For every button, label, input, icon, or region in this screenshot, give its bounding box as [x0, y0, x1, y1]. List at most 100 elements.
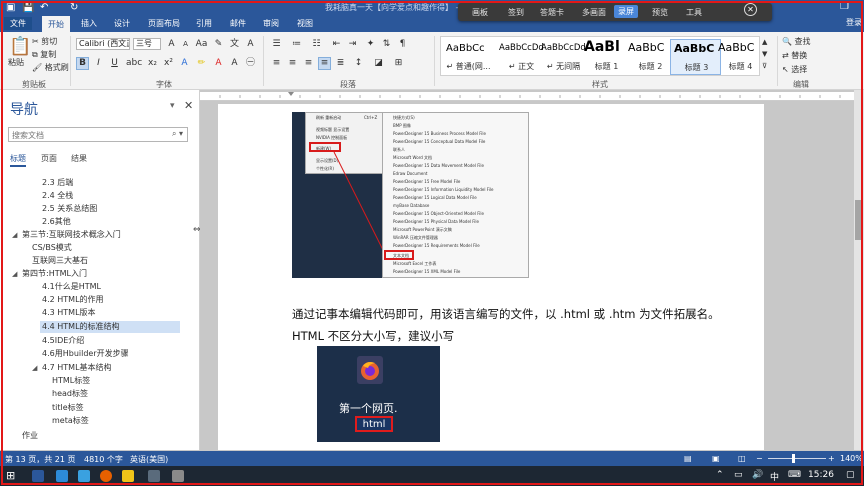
nav-heading-item[interactable]: ◢ 第三节:互联网技术概念入门 [12, 229, 121, 241]
toolbar-item-multiscreen[interactable]: 多画面 [582, 7, 606, 18]
web-layout-icon[interactable]: ◫ [738, 454, 746, 463]
style-heading-4[interactable]: AaBbC 标题 4 [715, 39, 766, 75]
align-right-icon[interactable]: ≡ [302, 57, 315, 70]
document-paragraph[interactable]: 通过记事本编辑代码即可，用该语言编写的文件，以 .html 或 .htm 为文件… [292, 306, 720, 322]
cut-button[interactable]: ✂ 剪切 [32, 36, 57, 47]
replace-button[interactable]: ⇄ 替换 [782, 50, 807, 61]
word-count[interactable]: 4810 个字 [84, 454, 123, 465]
tab-design[interactable]: 设计 [114, 18, 130, 29]
toolbar-item-answer[interactable]: 答题卡 [540, 7, 564, 18]
firefox-taskbar-icon[interactable] [100, 470, 112, 482]
tab-home[interactable]: 开始 [42, 16, 70, 32]
login-link[interactable]: 登录 [846, 17, 862, 28]
nav-heading-item[interactable]: 2.5 关系总结图 [42, 203, 97, 215]
nav-heading-item[interactable]: 2.3 后端 [42, 177, 73, 189]
zoom-level[interactable]: 140% [840, 454, 863, 463]
bold-button[interactable]: B [76, 57, 89, 70]
tab-file[interactable]: 文件 [4, 17, 32, 30]
nav-tab-headings[interactable]: 标题 [10, 153, 26, 167]
zoom-out-icon[interactable]: − [756, 454, 763, 463]
find-button[interactable]: 🔍 查找 [782, 36, 811, 47]
document-paragraph[interactable]: HTML 不区分大小写，建议小写 [292, 328, 454, 344]
nav-tab-results[interactable]: 结果 [71, 153, 87, 164]
char-shading-icon[interactable]: A [228, 57, 241, 70]
nav-heading-item[interactable]: 4.2 HTML的作用 [42, 294, 104, 306]
font-color-icon[interactable]: A [212, 57, 225, 70]
nav-heading-item[interactable]: 2.4 全栈 [42, 190, 73, 202]
distribute-icon[interactable]: ≣ [334, 57, 347, 70]
ime-indicator[interactable]: 中 [770, 470, 779, 483]
zoom-slider[interactable] [768, 458, 826, 459]
nav-heading-item[interactable]: 2.6其他 [42, 216, 71, 228]
app-taskbar-icon[interactable] [56, 470, 68, 482]
collapse-arrow-icon[interactable]: ◢ [12, 229, 17, 241]
style-heading-2[interactable]: AaBbC 标题 2 [625, 39, 676, 75]
nav-heading-item[interactable]: CS/BS模式 [32, 242, 72, 254]
tab-insert[interactable]: 插入 [81, 18, 97, 29]
enclose-char-icon[interactable]: ㊀ [244, 57, 257, 70]
toolbar-item-board[interactable]: 画板 [472, 7, 488, 18]
nav-options-icon[interactable]: ▾ [170, 101, 175, 111]
shading-icon[interactable]: ◪ [372, 57, 385, 70]
align-center-icon[interactable]: ≡ [286, 57, 299, 70]
justify-icon[interactable]: ≡ [318, 57, 331, 70]
clear-format-icon[interactable]: ✎ [212, 38, 225, 51]
volume-icon[interactable]: 🔊 [752, 470, 763, 480]
line-spacing-icon[interactable]: ↕ [352, 57, 365, 70]
paste-button[interactable]: 粘贴 [8, 57, 24, 68]
print-layout-icon[interactable]: ▣ [712, 454, 720, 463]
zoom-slider-thumb[interactable] [792, 454, 795, 463]
multilevel-list-icon[interactable]: ☷ [310, 38, 323, 51]
gallery-up-icon[interactable]: ▲ [762, 38, 767, 46]
app-taskbar-icon[interactable] [172, 470, 184, 482]
italic-button[interactable]: I [92, 57, 105, 70]
tab-references[interactable]: 引用 [196, 18, 212, 29]
toolbar-item-tools[interactable]: 工具 [686, 7, 702, 18]
collapse-arrow-icon[interactable]: ◢ [12, 268, 17, 280]
app-taskbar-icon[interactable] [78, 470, 90, 482]
show-marks-icon[interactable]: ¶ [396, 38, 409, 51]
toolbar-item-record[interactable]: 录屏 [614, 5, 638, 18]
decrease-indent-icon[interactable]: ⇤ [330, 38, 343, 51]
style-heading-3[interactable]: AaBbC 标题 3 [670, 39, 721, 75]
text-effects-icon[interactable]: A [178, 57, 191, 70]
tab-view[interactable]: 视图 [297, 18, 313, 29]
font-name-select[interactable]: Calibri (西文正文) [76, 38, 130, 50]
gallery-more-icon[interactable]: ⊽ [762, 62, 767, 70]
toolbar-item-preview[interactable]: 预览 [652, 7, 668, 18]
nav-heading-item[interactable]: head标签 [52, 388, 88, 400]
borders-icon[interactable]: ⊞ [392, 57, 405, 70]
change-case-icon[interactable]: Aa [195, 38, 208, 51]
nav-heading-item[interactable]: 4.6用Hbuilder开发步骤 [42, 348, 129, 360]
network-icon[interactable]: ▭ [734, 470, 743, 480]
scrollbar-thumb[interactable] [855, 200, 863, 240]
maximize-icon[interactable]: ❐ [840, 1, 849, 12]
strikethrough-icon[interactable]: abc [126, 57, 142, 70]
nav-heading-item[interactable]: 作业 [22, 430, 38, 442]
zoom-in-icon[interactable]: + [828, 454, 835, 463]
chinese-layout-icon[interactable]: ✦ [364, 38, 377, 51]
tab-mailings[interactable]: 邮件 [230, 18, 246, 29]
bullets-icon[interactable]: ☰ [270, 38, 283, 51]
collapse-arrow-icon[interactable]: ◢ [32, 362, 37, 374]
nav-heading-item[interactable]: ◢ 4.7 HTML基本结构 [32, 362, 112, 374]
page-count[interactable]: 第 13 页，共 21 页 [5, 454, 76, 465]
copy-button[interactable]: ⧉ 复制 [32, 49, 56, 60]
indent-marker-icon[interactable] [288, 92, 294, 96]
nav-close-icon[interactable]: ✕ [184, 99, 193, 112]
nav-heading-item[interactable]: ◢ 第四节:HTML入门 [12, 268, 87, 280]
nav-heading-item[interactable]: title标签 [52, 402, 84, 414]
superscript-icon[interactable]: x² [162, 57, 175, 70]
clock[interactable]: 15:26 [808, 470, 834, 480]
highlight-icon[interactable]: ✏ [195, 57, 208, 70]
phonetic-icon[interactable]: 文 [228, 38, 241, 51]
shrink-font-icon[interactable]: A [179, 38, 192, 51]
nav-heading-item[interactable]: 4.5IDE介绍 [42, 335, 84, 347]
toolbar-item-checkin[interactable]: 签到 [508, 7, 524, 18]
increase-indent-icon[interactable]: ⇥ [346, 38, 359, 51]
numbering-icon[interactable]: ≔ [290, 38, 303, 51]
folder-taskbar-icon[interactable] [122, 470, 134, 482]
paste-icon[interactable]: 📋 [9, 36, 31, 57]
format-painter-button[interactable]: 🖌 格式刷 [32, 62, 69, 73]
gallery-down-icon[interactable]: ▼ [762, 50, 767, 58]
